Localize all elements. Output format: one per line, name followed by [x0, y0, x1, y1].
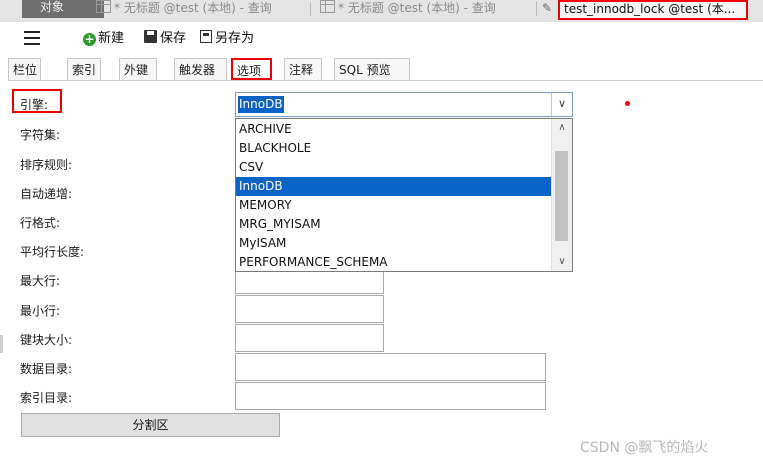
collation-label: 排序规则:	[20, 158, 73, 172]
new-button[interactable]: + 新建	[83, 30, 124, 48]
engine-option[interactable]: BLACKHOLE	[236, 139, 552, 158]
tab-separator	[536, 2, 537, 16]
tab-sql-preview-label: SQL 预览	[339, 63, 391, 77]
design-table-icon: ✎	[542, 1, 553, 15]
left-edge-marker	[0, 335, 3, 353]
data-directory-input[interactable]	[235, 353, 546, 381]
engine-option[interactable]: MEMORY	[236, 196, 552, 215]
annotation-dot	[625, 101, 630, 106]
tab-sql-preview[interactable]: SQL 预览	[334, 58, 410, 80]
tab-query-1-label: * 无标题 @test (本地) - 查询	[114, 1, 272, 15]
tab-divider	[8, 80, 763, 81]
min-rows-input[interactable]	[235, 295, 384, 323]
tab-triggers[interactable]: 触发器	[174, 58, 227, 80]
tab-foreign-keys[interactable]: 外键	[119, 58, 157, 80]
index-directory-input[interactable]	[235, 382, 546, 410]
scroll-down-icon[interactable]: ∨	[552, 253, 572, 271]
plus-icon: +	[83, 32, 96, 46]
engine-select[interactable]: InnoDB ∨	[235, 92, 573, 117]
tab-triggers-label: 触发器	[179, 63, 216, 77]
save-as-icon	[200, 30, 212, 43]
tab-options-label: 选项	[237, 64, 262, 78]
tab-foreign-keys-label: 外键	[124, 63, 149, 77]
engine-dropdown-list: ARCHIVE BLACKHOLE CSV InnoDB MEMORY MRG_…	[235, 118, 573, 272]
tab-comment-label: 注释	[289, 63, 314, 77]
scrollbar-thumb[interactable]	[555, 151, 568, 241]
dropdown-scrollbar[interactable]: ∧ ∨	[551, 119, 572, 271]
query-table-icon	[96, 0, 111, 13]
scroll-up-icon[interactable]: ∧	[552, 119, 572, 137]
engine-option[interactable]: CSV	[236, 158, 552, 177]
engine-option[interactable]: MRG_MYISAM	[236, 215, 552, 234]
engine-select-value: InnoDB	[238, 96, 284, 113]
data-directory-label: 数据目录:	[20, 362, 73, 376]
index-directory-label: 索引目录:	[20, 391, 73, 405]
max-rows-label: 最大行:	[20, 274, 61, 288]
min-rows-label: 最小行:	[20, 304, 61, 318]
tab-objects-label: 对象	[40, 0, 65, 14]
partition-button[interactable]: 分割区	[21, 413, 280, 437]
save-as-button-label: 另存为	[215, 31, 255, 46]
engine-option[interactable]: PERFORMANCE_SCHEMA	[236, 253, 552, 272]
engine-label: 引擎:	[20, 98, 49, 112]
tab-fields[interactable]: 栏位	[8, 58, 41, 80]
tab-options[interactable]: 选项	[231, 58, 272, 80]
key-block-size-input[interactable]	[235, 324, 384, 352]
row-format-label: 行格式:	[20, 216, 61, 230]
avg-row-length-label: 平均行长度:	[20, 245, 85, 259]
tab-indexes-label: 索引	[72, 63, 97, 77]
key-block-size-label: 键块大小:	[20, 333, 73, 347]
document-tab-bar: 对象 * 无标题 @test (本地) - 查询 * 无标题 @test (本地…	[0, 0, 763, 22]
tab-query-2[interactable]: * 无标题 @test (本地) - 查询	[314, 0, 538, 17]
tab-table-design-active[interactable]: test_innodb_lock @test (本...	[558, 0, 748, 20]
charset-label: 字符集:	[20, 128, 61, 142]
tab-query-1[interactable]: * 无标题 @test (本地) - 查询	[90, 0, 314, 17]
save-button-label: 保存	[160, 31, 187, 46]
new-button-label: 新建	[98, 31, 125, 46]
save-icon	[144, 30, 157, 43]
tab-indexes[interactable]: 索引	[67, 58, 101, 80]
menu-icon[interactable]	[24, 31, 40, 45]
tab-active-label: test_innodb_lock @test (本...	[564, 2, 736, 16]
toolbar: + 新建 保存 另存为	[0, 24, 763, 54]
chevron-down-icon[interactable]: ∨	[551, 93, 572, 116]
engine-option[interactable]: MyISAM	[236, 234, 552, 253]
query-table-icon	[320, 0, 335, 13]
engine-option[interactable]: ARCHIVE	[236, 120, 552, 139]
tab-comment[interactable]: 注释	[284, 58, 322, 80]
tab-separator	[310, 2, 311, 16]
tab-query-2-label: * 无标题 @test (本地) - 查询	[338, 1, 496, 15]
tab-fields-label: 栏位	[13, 63, 38, 77]
engine-option-selected[interactable]: InnoDB	[236, 177, 552, 196]
save-button[interactable]: 保存	[144, 30, 186, 48]
save-as-button[interactable]: 另存为	[200, 30, 254, 48]
auto-increment-label: 自动递增:	[20, 187, 73, 201]
watermark: CSDN @飘飞的焰火	[580, 440, 709, 456]
